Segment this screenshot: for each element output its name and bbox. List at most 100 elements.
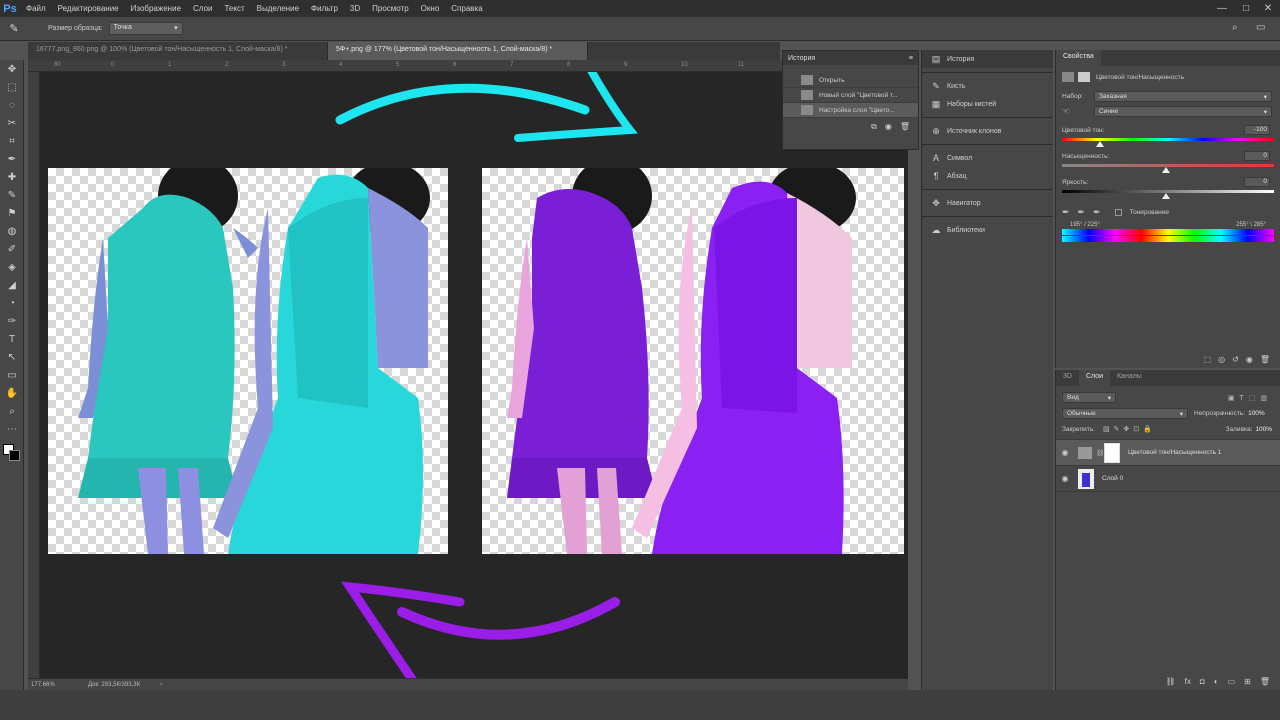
search-icon[interactable]: ⌕	[1232, 22, 1238, 33]
gradient-tool-icon[interactable]: ◈	[0, 258, 24, 276]
shape-tool-icon[interactable]: ▭	[0, 366, 24, 384]
hue-slider-track[interactable]	[1062, 138, 1274, 141]
lasso-tool-icon[interactable]: ◌	[0, 96, 24, 114]
dock-clone-source[interactable]: ⊕ Источник клонов	[922, 122, 1053, 140]
blur-tool-icon[interactable]: ◢	[0, 276, 24, 294]
dodge-tool-icon[interactable]: ◔	[0, 294, 24, 312]
eye-icon[interactable]: ◉	[1056, 474, 1074, 483]
marquee-tool-icon[interactable]: ⬚	[0, 78, 24, 96]
dock-paragraph[interactable]: ¶ Абзац	[922, 167, 1053, 185]
camera-icon[interactable]: ◉	[885, 122, 892, 132]
sample-size-select[interactable]: Точка ▾	[108, 22, 183, 35]
background-color-swatch[interactable]	[9, 450, 20, 461]
zoom-readout[interactable]: 177.66%	[28, 682, 78, 688]
reset-icon[interactable]: ↺	[1232, 355, 1239, 364]
stamp-tool-icon[interactable]: ⚑	[0, 204, 24, 222]
eraser-tool-icon[interactable]: ✐	[0, 240, 24, 258]
eyedropper-minus-icon[interactable]: ✒	[1093, 207, 1101, 218]
history-item[interactable]: Открыть	[783, 73, 918, 88]
dock-history[interactable]: ▤ История	[922, 50, 1053, 68]
trash-icon[interactable]: 🗑	[1260, 677, 1270, 686]
menu-item[interactable]: Изображение	[125, 4, 187, 13]
maximize-icon[interactable]: □	[1236, 0, 1256, 17]
zoom-tool-icon[interactable]: ⌕	[0, 402, 24, 420]
colorize-checkbox[interactable]	[1114, 209, 1122, 216]
dock-brush[interactable]: ✎ Кисть	[922, 77, 1053, 95]
close-icon[interactable]: ✕	[1258, 0, 1278, 17]
opacity-value[interactable]: 100%	[1248, 410, 1265, 417]
eye-icon[interactable]: ◉	[1056, 448, 1074, 457]
folder-icon[interactable]: ▭	[1228, 677, 1236, 686]
adjustment-layer-icon[interactable]: ◐	[1214, 677, 1219, 686]
brush-tool-icon[interactable]: ✎	[0, 186, 24, 204]
tab-properties[interactable]: Свойства	[1056, 50, 1101, 66]
minimize-icon[interactable]: —	[1212, 0, 1232, 17]
menu-item[interactable]: Выделение	[251, 4, 305, 13]
lightness-value-field[interactable]: 0	[1244, 177, 1270, 187]
layer-row-base[interactable]: ◉ Слой 0	[1056, 466, 1280, 492]
menu-item[interactable]: Редактирование	[52, 4, 125, 13]
saturation-value-field[interactable]: 0	[1244, 151, 1270, 161]
tab-document-1[interactable]: 16777.png_860.png @ 100% (Цветовой тон/Н…	[28, 42, 328, 60]
menu-item[interactable]: Справка	[445, 4, 488, 13]
fill-value[interactable]: 100%	[1255, 426, 1272, 433]
menu-item[interactable]: Слои	[187, 4, 218, 13]
link-icon[interactable]: ⛓	[1096, 449, 1104, 457]
blend-mode-select[interactable]: Обычные ▾	[1062, 408, 1188, 419]
channel-select[interactable]: Синие ▾	[1094, 106, 1272, 117]
hue-range-bar-top[interactable]	[1062, 229, 1274, 235]
dock-brush-presets[interactable]: ▦ Наборы кистей	[922, 95, 1053, 113]
saturation-slider-handle[interactable]	[1162, 167, 1170, 173]
hand-tool-icon[interactable]: ✋	[0, 384, 24, 402]
dock-navigator[interactable]: ✥ Навигатор	[922, 194, 1053, 212]
tab-layers[interactable]: Слои	[1078, 370, 1110, 386]
menu-item[interactable]: Окно	[415, 4, 446, 13]
dock-character[interactable]: A Символ	[922, 149, 1053, 167]
menu-item[interactable]: Текст	[218, 4, 250, 13]
menu-item[interactable]: Фильтр	[305, 4, 344, 13]
layer-filter-select[interactable]: Вид ▾	[1062, 392, 1116, 403]
quick-select-tool-icon[interactable]: ✂	[0, 114, 24, 132]
panel-menu-icon[interactable]: ≡	[909, 55, 913, 62]
lock-icons[interactable]: ▨✎✥⊡🔒	[1103, 425, 1156, 433]
layer-thumbnail[interactable]	[1078, 468, 1094, 489]
preset-select[interactable]: Заказная ▾	[1094, 91, 1272, 102]
pen-tool-icon[interactable]: ✑	[0, 312, 24, 330]
eyedropper-tool-icon[interactable]: ✒	[0, 150, 24, 168]
menu-item[interactable]: Просмотр	[366, 4, 415, 13]
layer-mask-thumbnail[interactable]	[1104, 442, 1120, 463]
eyedropper-tool-icon[interactable]: ✎	[0, 22, 28, 35]
eyedropper-icon[interactable]: ✒	[1062, 207, 1070, 218]
trash-icon[interactable]: 🗑	[1260, 355, 1270, 364]
hand-adjust-icon[interactable]: ☜	[1062, 106, 1078, 117]
layer-row-adjustment[interactable]: ◉ ⛓ Цветовой тон/Насыщенность 1	[1056, 440, 1280, 466]
type-tool-icon[interactable]: T	[0, 330, 24, 348]
new-document-icon[interactable]: ⧉	[871, 122, 877, 132]
history-item[interactable]: Новый слой "Цветовой т...	[783, 88, 918, 103]
lightness-slider-handle[interactable]	[1162, 193, 1170, 199]
history-brush-tool-icon[interactable]: ◍	[0, 222, 24, 240]
view-previous-icon[interactable]: ◎	[1218, 355, 1225, 364]
link-layers-icon[interactable]: ⛓	[1166, 677, 1176, 686]
dock-libraries[interactable]: ☁ Библиотеки	[922, 221, 1053, 239]
fx-icon[interactable]: fx	[1185, 677, 1191, 686]
more-tool-icon[interactable]: ⋯	[0, 420, 24, 438]
new-layer-icon[interactable]: ⊞	[1244, 677, 1251, 686]
tab-channels[interactable]: Каналы	[1110, 370, 1149, 386]
hue-range-bar-bottom[interactable]	[1062, 236, 1274, 242]
tab-3d[interactable]: 3D	[1056, 370, 1079, 386]
add-mask-icon[interactable]: ◘	[1200, 677, 1205, 686]
menu-item[interactable]: 3D	[344, 4, 366, 13]
history-item-selected[interactable]: Настройка слоя "Цвето...	[783, 103, 918, 118]
healing-tool-icon[interactable]: ✚	[0, 168, 24, 186]
trash-icon[interactable]: 🗑	[900, 122, 910, 132]
path-select-tool-icon[interactable]: ↖	[0, 348, 24, 366]
move-tool-icon[interactable]: ✥	[0, 60, 24, 78]
eyedropper-plus-icon[interactable]: ✒	[1078, 207, 1086, 218]
crop-tool-icon[interactable]: ⌗	[0, 132, 24, 150]
menu-item[interactable]: Файл	[20, 4, 52, 13]
layer-filter-icons[interactable]: ▣T⬚▥	[1228, 394, 1272, 402]
clip-layer-icon[interactable]: ⬚	[1204, 355, 1212, 364]
status-arrow-icon[interactable]: ›	[160, 682, 162, 688]
visibility-icon[interactable]: ◉	[1246, 355, 1253, 364]
